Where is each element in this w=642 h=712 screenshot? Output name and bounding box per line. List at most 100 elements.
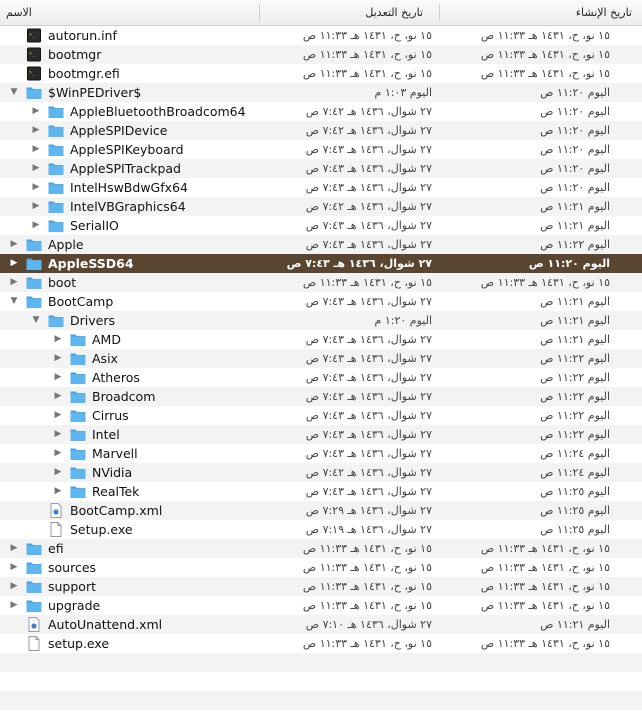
disclosure-collapsed-icon[interactable]: ▶ [52,368,64,387]
list-item[interactable]: ▶ SerialIO ٢٧ شوال، ١٤٣٦ هـ ٧:٤٣ ص اليوم ١١… [0,216,642,235]
created-date: اليوم ١١:٢١ ص [540,333,610,346]
disclosure-collapsed-icon[interactable]: ▶ [52,406,64,425]
list-item[interactable]: ▶ AMD ٢٧ شوال، ١٤٣٦ هـ ٧:٤٣ ص اليوم ١١:٢١ ص [0,330,642,349]
modified-date: ٢٧ شوال، ١٤٣٦ هـ ٧:٤٣ ص [305,352,432,365]
disclosure-collapsed-icon[interactable]: ▶ [8,596,20,615]
item-name: AppleSPIDevice [70,123,168,138]
name-column-header[interactable]: الاسم [4,0,259,25]
list-item[interactable]: ▶ Apple ٢٧ شوال، ١٤٣٦ هـ ٧:٤٣ ص اليوم ١١:٢٢… [0,235,642,254]
folder-icon [26,85,42,100]
list-item[interactable]: ▶ Atheros ٢٧ شوال، ١٤٣٦ هـ ٧:٤٣ ص اليوم ١١:… [0,368,642,387]
list-item[interactable]: BootCamp.xml ٢٧ شوال، ١٤٣٦ هـ ٧:٢٩ ص اليوم… [0,501,642,520]
item-name: AppleSPITrackpad [70,161,181,176]
disclosure-collapsed-icon[interactable]: ▶ [30,216,42,235]
disclosure-collapsed-icon[interactable]: ▶ [8,273,20,292]
disclosure-expanded-icon[interactable]: ▼ [30,311,42,330]
executable-file-icon: >_ [26,47,42,62]
item-name: boot [48,275,77,290]
modified-column-header[interactable]: تاريخ التعديل [260,0,439,25]
list-item[interactable]: ▶ IntelVBGraphics64 ٢٧ شوال، ١٤٣٦ هـ ٧:٤٢ … [0,197,642,216]
item-name: autorun.inf [48,28,117,43]
modified-date: ٢٧ شوال، ١٤٣٦ هـ ٧:٤٢ ص [305,124,432,137]
list-item[interactable]: ▶ upgrade ١٥ نو، ح، ١٤٣١ هـ ١١:٣٣ ص ١٥ نو، … [0,596,642,615]
created-date: ١٥ نو، ح، ١٤٣١ هـ ١١:٣٣ ص [480,276,610,289]
folder-icon [48,180,64,195]
disclosure-collapsed-icon[interactable]: ▶ [52,482,64,501]
list-item[interactable]: AutoUnattend.xml ٢٧ شوال، ١٤٣٦ هـ ٧:١٠ ص ا… [0,615,642,634]
list-item[interactable]: ▶ AppleSPITrackpad ٢٧ شوال، ١٤٣٦ هـ ٧:٤٣ ص… [0,159,642,178]
disclosure-expanded-icon[interactable]: ▼ [8,292,20,311]
created-date: اليوم ١١:٢٢ ص [540,238,610,251]
disclosure-collapsed-icon[interactable]: ▶ [52,330,64,349]
list-item[interactable]: ▶ AppleSPIKeyboard ٢٧ شوال، ١٤٣٦ هـ ٧:٤٣ ص… [0,140,642,159]
disclosure-collapsed-icon[interactable]: ▶ [52,425,64,444]
item-name: upgrade [48,598,101,613]
folder-icon [70,332,86,347]
column-header: الاسم تاريخ التعديل تاريخ الإنشاء [0,0,642,26]
folder-icon [48,313,64,328]
list-item[interactable]: ▶ Broadcom ٢٧ شوال، ١٤٣٦ هـ ٧:٤٢ ص اليوم ١١… [0,387,642,406]
list-item[interactable]: ▶ AppleSSD64 ٢٧ شوال، ١٤٣٦ هـ ٧:٤٣ ص اليوم … [0,254,642,273]
created-date: اليوم ١١:٢٢ ص [540,371,610,384]
folder-icon [26,598,42,613]
list-item[interactable]: ▼ $WinPEDriver$ اليوم ١:٠٣ م اليوم ١١:٢٠ ص [0,83,642,102]
created-column-header[interactable]: تاريخ الإنشاء [440,0,642,25]
list-item[interactable]: ▼ Drivers اليوم ١:٢٠ م اليوم ١١:٢١ ص [0,311,642,330]
disclosure-collapsed-icon[interactable]: ▶ [30,121,42,140]
list-item[interactable]: >_ bootmgr ١٥ نو، ح، ١٤٣١ هـ ١١:٣٣ ص ١٥ نو،… [0,45,642,64]
xml-file-icon [26,617,42,632]
disclosure-collapsed-icon[interactable]: ▶ [30,197,42,216]
disclosure-collapsed-icon[interactable]: ▶ [52,349,64,368]
disclosure-collapsed-icon[interactable]: ▶ [8,254,20,273]
disclosure-collapsed-icon[interactable]: ▶ [8,539,20,558]
modified-date: ٢٧ شوال، ١٤٣٦ هـ ٧:٢٩ ص [305,504,432,517]
list-item[interactable]: ▶ RealTek ٢٧ شوال، ١٤٣٦ هـ ٧:٤٣ ص اليوم ١١:… [0,482,642,501]
modified-date: ١٥ نو، ح، ١٤٣١ هـ ١١:٣٣ ص [302,561,432,574]
modified-date: ١٥ نو، ح، ١٤٣١ هـ ١١:٣٣ ص [302,48,432,61]
list-item[interactable]: ▶ Cirrus ٢٧ شوال، ١٤٣٦ هـ ٧:٤٣ ص اليوم ١١:٢… [0,406,642,425]
created-date: اليوم ١١:٢١ ص [540,314,610,327]
list-item[interactable]: Setup.exe ٢٧ شوال، ١٤٣٦ هـ ٧:١٩ ص اليوم ١١… [0,520,642,539]
modified-date: ٢٧ شوال، ١٤٣٦ هـ ٧:٤٣ ص [305,371,432,384]
list-item[interactable]: ▶ AppleBluetoothBroadcom64 ٢٧ شوال، ١٤٣٦ ه… [0,102,642,121]
disclosure-collapsed-icon[interactable]: ▶ [30,102,42,121]
list-item[interactable]: setup.exe ١٥ نو، ح، ١٤٣١ هـ ١١:٣٣ ص ١٥ نو،… [0,634,642,653]
folder-icon [26,275,42,290]
disclosure-expanded-icon[interactable]: ▼ [8,83,20,102]
list-item[interactable]: >_ bootmgr.efi ١٥ نو، ح، ١٤٣١ هـ ١١:٣٣ ص ١٥… [0,64,642,83]
list-item[interactable]: ▶ AppleSPIDevice ٢٧ شوال، ١٤٣٦ هـ ٧:٤٢ ص ال… [0,121,642,140]
modified-date: اليوم ١:٢٠ م [374,314,432,327]
disclosure-collapsed-icon[interactable]: ▶ [52,444,64,463]
disclosure-collapsed-icon[interactable]: ▶ [30,178,42,197]
created-date: اليوم ١١:٢٠ ص [540,124,610,137]
disclosure-collapsed-icon[interactable]: ▶ [8,235,20,254]
list-item[interactable]: ▶ IntelHswBdwGfx64 ٢٧ شوال، ١٤٣٦ هـ ٧:٤٣ ص… [0,178,642,197]
item-name: bootmgr.efi [48,66,120,81]
list-item[interactable]: ▶ support ١٥ نو، ح، ١٤٣١ هـ ١١:٣٣ ص ١٥ نو، … [0,577,642,596]
modified-date: ٢٧ شوال، ١٤٣٦ هـ ٧:٤٢ ص [305,105,432,118]
item-name: support [48,579,96,594]
item-name: IntelVBGraphics64 [70,199,186,214]
list-item[interactable]: ▶ Marvell ٢٧ شوال، ١٤٣٦ هـ ٧:٤٣ ص اليوم ١١:… [0,444,642,463]
list-item[interactable]: ▶ efi ١٥ نو، ح، ١٤٣١ هـ ١١:٣٣ ص ١٥ نو، ح، ١… [0,539,642,558]
disclosure-collapsed-icon[interactable]: ▶ [30,140,42,159]
created-date: اليوم ١١:٢٠ ص [528,257,610,270]
file-browser: الاسم تاريخ التعديل تاريخ الإنشاء >_ auto… [0,0,642,712]
modified-date: ٢٧ شوال، ١٤٣٦ هـ ٧:٤٣ ص [305,485,432,498]
list-item[interactable]: ▶ sources ١٥ نو، ح، ١٤٣١ هـ ١١:٣٣ ص ١٥ نو، … [0,558,642,577]
list-item[interactable]: ▼ BootCamp ٢٧ شوال، ١٤٣٦ هـ ٧:٤٣ ص اليوم ١١… [0,292,642,311]
disclosure-collapsed-icon[interactable]: ▶ [52,387,64,406]
list-item[interactable]: ▶ boot ١٥ نو، ح، ١٤٣١ هـ ١١:٣٣ ص ١٥ نو، ح، … [0,273,642,292]
disclosure-collapsed-icon[interactable]: ▶ [52,463,64,482]
folder-icon [70,408,86,423]
list-item[interactable]: ▶ NVidia ٢٧ شوال، ١٤٣٦ هـ ٧:٤٢ ص اليوم ١١:٢… [0,463,642,482]
disclosure-collapsed-icon[interactable]: ▶ [8,577,20,596]
list-item[interactable]: >_ autorun.inf ١٥ نو، ح، ١٤٣١ هـ ١١:٣٣ ص ١٥… [0,26,642,45]
modified-date: ٢٧ شوال، ١٤٣٦ هـ ٧:٤٣ ص [286,257,432,270]
list-item[interactable]: ▶ Asix ٢٧ شوال، ١٤٣٦ هـ ٧:٤٣ ص اليوم ١١:٢٢ … [0,349,642,368]
disclosure-collapsed-icon[interactable]: ▶ [30,159,42,178]
item-name: Cirrus [92,408,129,423]
disclosure-collapsed-icon[interactable]: ▶ [8,558,20,577]
list-item[interactable]: ▶ Intel ٢٧ شوال، ١٤٣٦ هـ ٧:٤٣ ص اليوم ١١:٢٢… [0,425,642,444]
created-date: ١٥ نو، ح، ١٤٣١ هـ ١١:٣٣ ص [480,542,610,555]
